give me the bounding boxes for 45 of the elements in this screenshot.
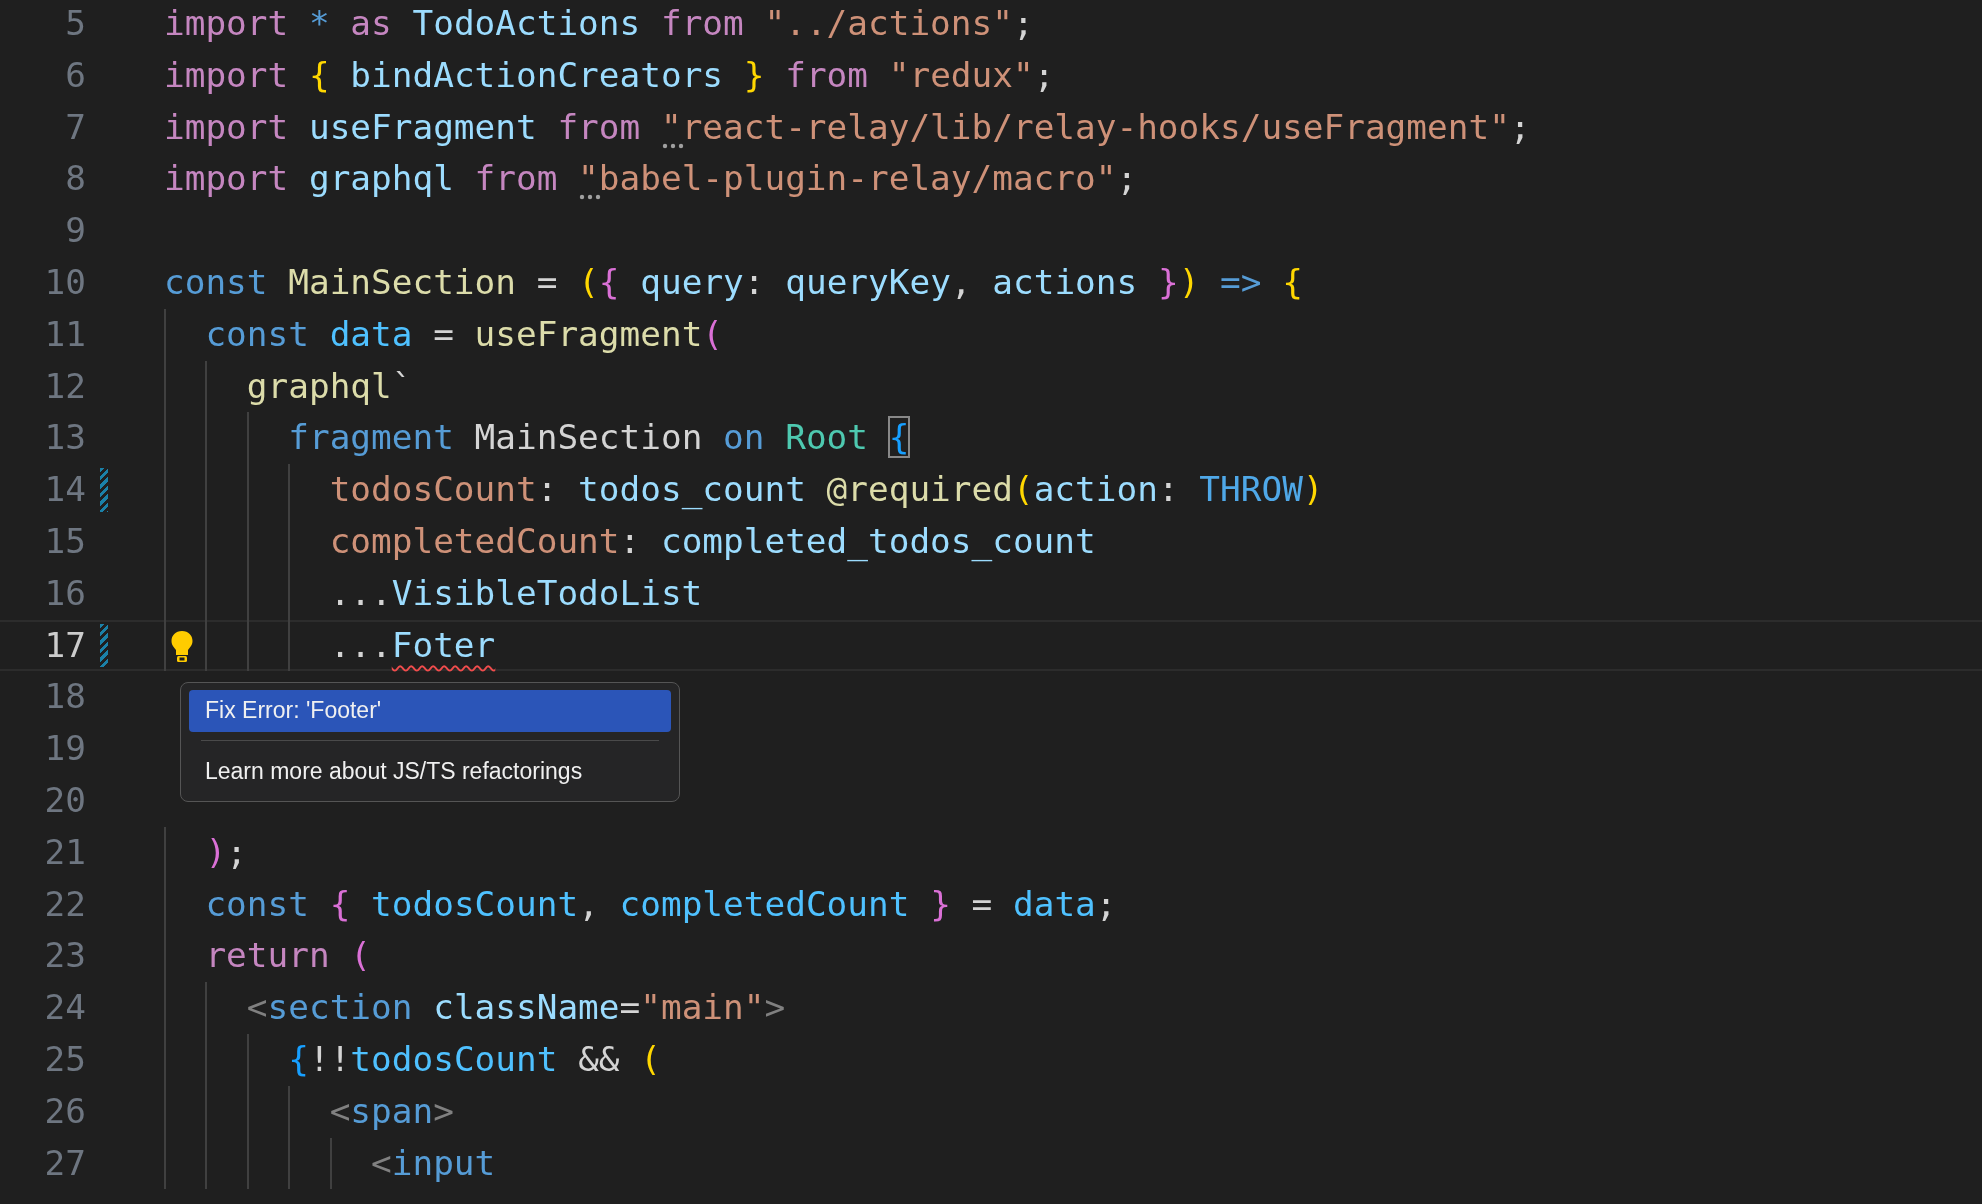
code-line: {!!todosCount && ( (288, 1038, 661, 1082)
code-line: <input (371, 1141, 496, 1185)
code-line: const data = useFragment( (205, 312, 724, 356)
code-line: const MainSection = ({ query: queryKey, actions }) => { (164, 261, 1303, 305)
code-line: graphql` (246, 364, 413, 408)
line-number: 26 (43, 1089, 86, 1133)
line-number: 20 (43, 779, 86, 823)
code-line: import { bindActionCreators } from "redux"; (164, 53, 1055, 97)
line-number: 8 (64, 157, 86, 201)
line-number: 19 (43, 727, 86, 771)
line-number: 16 (43, 571, 86, 615)
code-line: ); (205, 830, 247, 874)
code-line: <section className="main"> (246, 986, 786, 1030)
code-line: import graphql from "babel-plugin-relay/macro"; (164, 157, 1138, 201)
line-number: 6 (64, 53, 86, 97)
line-number: 14 (43, 468, 86, 512)
code-line: const { todosCount, completedCount } = data; (205, 882, 1117, 926)
menu-item[interactable]: Fix Error: 'Footer' (189, 690, 671, 732)
line-number: 13 (43, 416, 86, 460)
line-number: 18 (43, 675, 86, 719)
line-number: 21 (43, 830, 86, 874)
line-number: 25 (43, 1038, 86, 1082)
line-number: 11 (43, 312, 86, 356)
lightbulb-icon[interactable] (170, 629, 194, 664)
line-number: 23 (43, 934, 86, 978)
code-line: todosCount: todos_count @required(action: THROW) (329, 468, 1324, 512)
line-number: 7 (64, 105, 86, 149)
code-line: import * as TodoActions from "../actions"; (164, 2, 1034, 46)
line-number: 27 (43, 1141, 86, 1185)
line-number: 12 (43, 364, 86, 408)
code-line: completedCount: completed_todos_count (329, 520, 1096, 564)
line-number: 10 (43, 261, 86, 305)
code-line: ...Foter (329, 623, 496, 667)
code-line: fragment MainSection on Root { (288, 416, 910, 460)
menu-item[interactable]: Learn more about JS/TS refactorings (189, 751, 671, 793)
line-number: 24 (43, 986, 86, 1030)
line-number: 9 (64, 209, 86, 253)
code-line: import useFragment from "react-relay/lib/relay-hooks/useFragment"; (164, 105, 1531, 149)
line-number: 17 (43, 623, 86, 667)
line-number: 15 (43, 520, 86, 564)
code-line: ...VisibleTodoList (329, 571, 703, 615)
code-line: return ( (205, 934, 372, 978)
line-number: 22 (43, 882, 86, 926)
line-number: 5 (64, 2, 86, 46)
code-line: <span> (329, 1089, 454, 1133)
